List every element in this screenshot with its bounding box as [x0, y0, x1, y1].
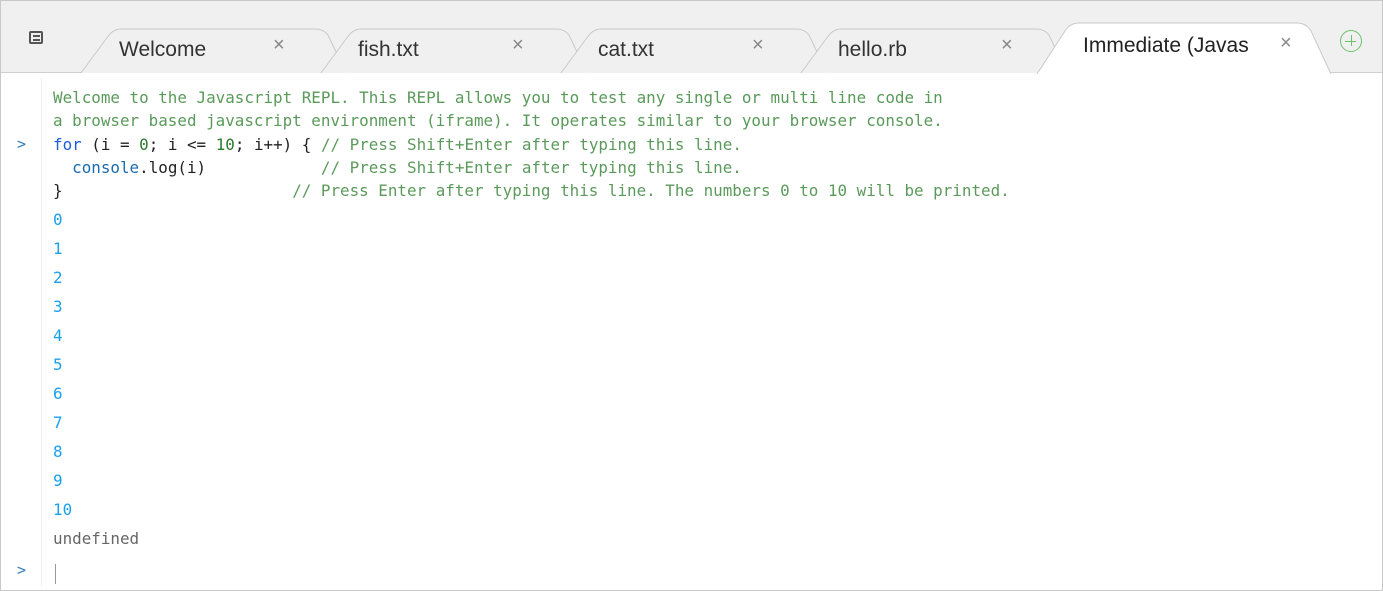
- output-line: 7: [53, 413, 63, 432]
- code-text: ; i <=: [148, 135, 216, 154]
- tab-fish-txt-close-icon[interactable]: ×: [512, 35, 524, 55]
- tab-welcome[interactable]: Welcome: [119, 38, 206, 62]
- prompt-chevron-icon: >: [17, 135, 27, 153]
- output-line: 0: [53, 210, 63, 229]
- output-line: 6: [53, 384, 63, 403]
- code-line-3: } // Press Enter after typing this line.…: [53, 179, 1010, 202]
- output-line: 9: [53, 471, 63, 490]
- return-value: undefined: [53, 529, 140, 548]
- code-text: }: [53, 181, 63, 200]
- tab-bar: Welcome × fish.txt × cat.txt × hello.rb …: [1, 1, 1382, 74]
- code-keyword: for: [53, 135, 82, 154]
- tab-cat-txt[interactable]: cat.txt: [598, 38, 654, 62]
- code-text: .log(i): [139, 158, 207, 177]
- menu-icon[interactable]: [27, 29, 47, 47]
- code-text: i: [100, 135, 111, 154]
- code-text: ; i++) {: [234, 135, 321, 154]
- welcome-line-2: a browser based javascript environment (…: [53, 111, 943, 130]
- tab-welcome-close-icon[interactable]: ×: [273, 35, 285, 55]
- tab-immediate[interactable]: Immediate (Javas: [1083, 34, 1249, 58]
- editor-window: Welcome × fish.txt × cat.txt × hello.rb …: [0, 0, 1383, 591]
- welcome-line-1: Welcome to the Javascript REPL. This REP…: [53, 88, 943, 107]
- code-line-2: console.log(i) // Press Shift+Enter afte…: [53, 156, 742, 179]
- output-line: 5: [53, 355, 63, 374]
- output-line: 3: [53, 297, 63, 316]
- code-comment: // Press Shift+Enter after typing this l…: [320, 158, 742, 177]
- input-prompt-chevron-icon: >: [17, 561, 27, 579]
- gutter: [41, 78, 42, 586]
- output-line: 8: [53, 442, 63, 461]
- output-line: 4: [53, 326, 63, 345]
- code-object: console: [72, 158, 140, 177]
- code-number: 0: [139, 135, 149, 154]
- repl-input[interactable]: [53, 560, 1353, 586]
- code-text: (: [81, 135, 101, 154]
- tab-cat-txt-close-icon[interactable]: ×: [752, 35, 764, 55]
- tab-hello-rb-close-icon[interactable]: ×: [1001, 35, 1013, 55]
- code-comment: // Press Enter after typing this line. T…: [292, 181, 1010, 200]
- repl-console: Welcome to the Javascript REPL. This REP…: [1, 74, 1382, 590]
- output-line: 1: [53, 239, 63, 258]
- code-line-1: for (i = 0; i <= 10; i++) { // Press Shi…: [53, 133, 742, 156]
- code-comment: // Press Shift+Enter after typing this l…: [320, 135, 742, 154]
- tab-hello-rb[interactable]: hello.rb: [838, 38, 907, 62]
- code-text: =: [110, 135, 140, 154]
- output-line: 10: [53, 500, 73, 519]
- tab-immediate-close-icon[interactable]: ×: [1280, 33, 1292, 53]
- add-tab-icon[interactable]: [1340, 30, 1362, 52]
- tab-fish-txt[interactable]: fish.txt: [358, 38, 419, 62]
- text-caret: [55, 564, 56, 584]
- code-number: 10: [215, 135, 235, 154]
- output-line: 2: [53, 268, 63, 287]
